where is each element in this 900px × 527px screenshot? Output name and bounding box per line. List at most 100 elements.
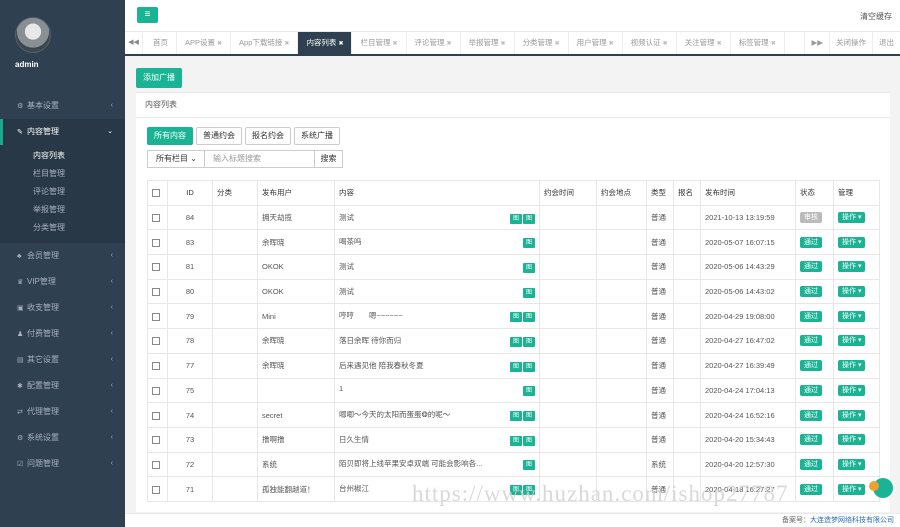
row-checkbox[interactable] bbox=[152, 238, 160, 247]
image-tag[interactable]: 图 bbox=[522, 287, 535, 298]
row-checkbox[interactable] bbox=[152, 460, 160, 469]
status-button[interactable]: 通过 bbox=[800, 384, 822, 396]
image-tag[interactable]: 图 bbox=[509, 312, 522, 323]
add-broadcast-button[interactable]: 添加广播 bbox=[136, 68, 182, 88]
operate-dropdown-button[interactable]: 操作 ▾ bbox=[838, 261, 866, 273]
row-checkbox[interactable] bbox=[152, 362, 160, 371]
tab[interactable]: 用户管理 ✖ bbox=[569, 32, 623, 54]
tab[interactable]: 首页 bbox=[145, 32, 177, 54]
image-tag[interactable]: 图 bbox=[509, 435, 522, 446]
status-button[interactable]: 审核 bbox=[800, 212, 822, 224]
sidebar-item[interactable]: ⇄ 代理管理 ‹ bbox=[0, 399, 125, 425]
image-tag[interactable]: 图 bbox=[522, 460, 535, 471]
row-checkbox[interactable] bbox=[152, 386, 160, 395]
operate-dropdown-button[interactable]: 操作 ▾ bbox=[838, 409, 866, 421]
sidebar-subitem[interactable]: 分类管理 bbox=[0, 219, 125, 237]
tab[interactable]: 视频认证 ✖ bbox=[623, 32, 677, 54]
filter-tab[interactable]: 系统广播 bbox=[294, 127, 340, 145]
image-tag[interactable]: 图 bbox=[522, 213, 535, 224]
image-tag[interactable]: 图 bbox=[522, 262, 535, 273]
filter-tab[interactable]: 所有内容 bbox=[147, 127, 193, 145]
sidebar-item[interactable]: ▣ 收支管理 ‹ bbox=[0, 295, 125, 321]
tab[interactable]: 内容列表 ✖ bbox=[298, 32, 353, 54]
tab-scroll-right-icon[interactable]: ▶▶ bbox=[804, 32, 829, 54]
close-icon[interactable]: ✖ bbox=[338, 41, 343, 47]
tab[interactable]: 关注管理 ✖ bbox=[677, 32, 731, 54]
tab[interactable]: 分类管理 ✖ bbox=[515, 32, 569, 54]
operate-dropdown-button[interactable]: 操作 ▾ bbox=[838, 310, 866, 322]
row-checkbox[interactable] bbox=[152, 312, 160, 321]
row-checkbox[interactable] bbox=[152, 485, 160, 494]
row-checkbox[interactable] bbox=[152, 436, 160, 445]
image-tag[interactable]: 图 bbox=[509, 213, 522, 224]
image-tag[interactable]: 图 bbox=[522, 238, 535, 249]
search-button[interactable]: 搜索 bbox=[315, 150, 343, 168]
logout-button[interactable]: 退出 bbox=[872, 32, 900, 54]
operate-dropdown-button[interactable]: 操作 ▾ bbox=[838, 236, 866, 248]
image-tag[interactable]: 图 bbox=[522, 411, 535, 422]
sidebar-subitem[interactable]: 栏目管理 bbox=[0, 165, 125, 183]
clear-cache-link[interactable]: 清空缓存 bbox=[860, 11, 892, 22]
close-icon[interactable]: ✖ bbox=[217, 41, 222, 47]
image-tag[interactable]: 图 bbox=[509, 411, 522, 422]
operate-dropdown-button[interactable]: 操作 ▾ bbox=[838, 458, 866, 470]
operate-dropdown-button[interactable]: 操作 ▾ bbox=[838, 384, 866, 396]
tab[interactable]: App下载链接 ✖ bbox=[231, 32, 299, 54]
sidebar-item[interactable]: ⚙ 基本设置 ‹ bbox=[0, 93, 125, 119]
close-icon[interactable]: ✖ bbox=[447, 41, 452, 47]
status-button[interactable]: 通过 bbox=[800, 286, 822, 298]
sidebar-item[interactable]: ☑ 问题管理 ‹ bbox=[0, 451, 125, 477]
operate-dropdown-button[interactable]: 操作 ▾ bbox=[838, 286, 866, 298]
tab-scroll-left-icon[interactable]: ◀◀ bbox=[125, 32, 143, 54]
tab[interactable]: 标签管理 ✖ bbox=[731, 32, 785, 54]
image-tag[interactable]: 图 bbox=[509, 336, 522, 347]
menu-toggle-button[interactable]: ≡ bbox=[137, 7, 158, 23]
sidebar-item[interactable]: ♛ VIP管理 ‹ bbox=[0, 269, 125, 295]
tab[interactable]: 评论管理 ✖ bbox=[407, 32, 461, 54]
row-checkbox[interactable] bbox=[152, 263, 160, 272]
select-all-checkbox[interactable] bbox=[147, 180, 168, 206]
image-tag[interactable]: 图 bbox=[522, 386, 535, 397]
sidebar-subitem[interactable]: 内容列表 bbox=[0, 147, 125, 165]
close-icon[interactable]: ✖ bbox=[717, 41, 722, 47]
status-button[interactable]: 通过 bbox=[800, 483, 822, 495]
operate-dropdown-button[interactable]: 操作 ▾ bbox=[838, 212, 866, 224]
close-icon[interactable]: ✖ bbox=[555, 41, 560, 47]
operate-dropdown-button[interactable]: 操作 ▾ bbox=[838, 483, 866, 495]
close-icon[interactable]: ✖ bbox=[501, 41, 506, 47]
status-button[interactable]: 通过 bbox=[800, 310, 822, 322]
image-tag[interactable]: 图 bbox=[522, 312, 535, 323]
tab[interactable]: 举报管理 ✖ bbox=[461, 32, 515, 54]
tab[interactable]: APP设置 ✖ bbox=[177, 32, 232, 54]
close-icon[interactable]: ✖ bbox=[609, 41, 614, 47]
close-icon[interactable]: ✖ bbox=[771, 41, 776, 47]
checkbox[interactable] bbox=[152, 189, 160, 198]
close-operations-button[interactable]: 关闭操作 bbox=[829, 32, 872, 54]
image-tag[interactable]: 图 bbox=[509, 361, 522, 372]
close-icon[interactable]: ✖ bbox=[284, 41, 289, 47]
row-checkbox[interactable] bbox=[152, 337, 160, 346]
search-input[interactable]: 输入标题搜索 bbox=[205, 150, 315, 168]
category-select[interactable]: 所有栏目 ⌄ bbox=[147, 150, 205, 168]
status-button[interactable]: 通过 bbox=[800, 335, 822, 347]
image-tag[interactable]: 图 bbox=[522, 435, 535, 446]
status-button[interactable]: 通过 bbox=[800, 261, 822, 273]
row-checkbox[interactable] bbox=[152, 214, 160, 223]
image-tag[interactable]: 图 bbox=[522, 336, 535, 347]
avatar[interactable] bbox=[15, 17, 51, 53]
status-button[interactable]: 通过 bbox=[800, 458, 822, 470]
status-button[interactable]: 通过 bbox=[800, 360, 822, 372]
sidebar-subitem[interactable]: 评论管理 bbox=[0, 183, 125, 201]
sidebar-item[interactable]: ♟ 付费管理 ‹ bbox=[0, 321, 125, 347]
tab[interactable]: 栏目管理 ✖ bbox=[352, 32, 407, 54]
operate-dropdown-button[interactable]: 操作 ▾ bbox=[838, 360, 866, 372]
close-icon[interactable]: ✖ bbox=[392, 41, 397, 47]
close-icon[interactable]: ✖ bbox=[663, 41, 668, 47]
filter-tab[interactable]: 报名约会 bbox=[245, 127, 291, 145]
sidebar-subitem[interactable]: 举报管理 bbox=[0, 201, 125, 219]
operate-dropdown-button[interactable]: 操作 ▾ bbox=[838, 434, 866, 446]
sidebar-item[interactable]: ⚙ 系统设置 ‹ bbox=[0, 425, 125, 451]
row-checkbox[interactable] bbox=[152, 288, 160, 297]
operate-dropdown-button[interactable]: 操作 ▾ bbox=[838, 335, 866, 347]
sidebar-item[interactable]: ✎ 内容管理 ⌄ bbox=[0, 119, 125, 145]
